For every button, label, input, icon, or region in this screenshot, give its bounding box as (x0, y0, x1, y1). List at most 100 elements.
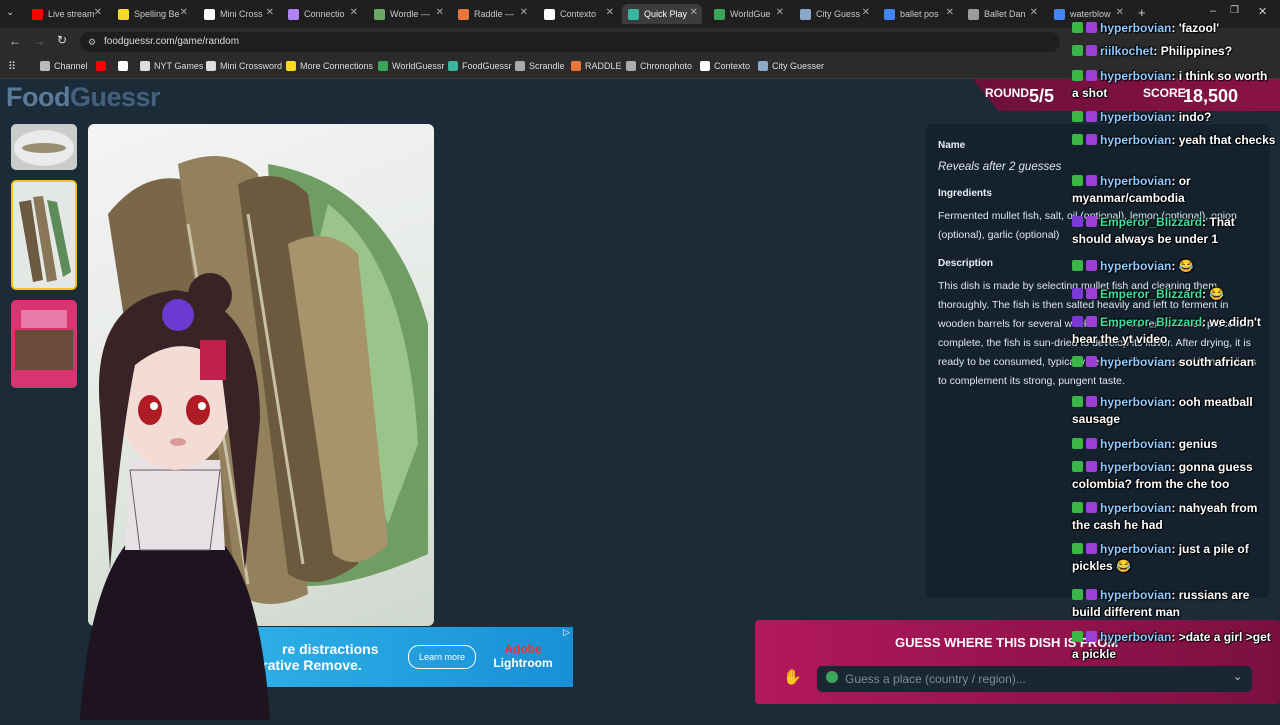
browser-tab[interactable]: Contexto ✕ (538, 4, 618, 24)
chat-separator: : (1171, 21, 1179, 35)
tab-close-icon[interactable]: ✕ (1116, 7, 1124, 18)
minimize-icon[interactable]: – (1210, 5, 1216, 17)
chat-username[interactable]: hyperbovian (1100, 437, 1171, 451)
bookmark-item[interactable] (96, 61, 110, 71)
grid-icon (286, 61, 296, 71)
browser-tab[interactable]: Ballet Dan ✕ (962, 4, 1042, 24)
browser-tab[interactable]: City Guess ✕ (794, 4, 874, 24)
browser-tab[interactable]: Live stream ✕ (26, 4, 106, 24)
tab-close-icon[interactable]: ✕ (520, 7, 528, 18)
foodguessr-icon (628, 8, 639, 20)
tab-label: WorldGue (730, 9, 771, 19)
tab-close-icon[interactable]: ✕ (1030, 7, 1038, 18)
chat-username[interactable]: hyperbovian (1100, 630, 1171, 644)
chat-username[interactable]: Emperor_Blizzard (1100, 287, 1202, 301)
google-icon (884, 8, 895, 20)
chat-message: Emperor_Blizzard: we didn't hear the yt … (1072, 314, 1276, 348)
bookmark-label: WorldGuessr (392, 61, 445, 71)
subscriber-badge-icon (1086, 175, 1097, 186)
chat-message: Emperor_Blizzard: That should always be … (1072, 214, 1276, 248)
tab-close-icon[interactable]: ✕ (180, 7, 188, 18)
chat-username[interactable]: hyperbovian (1100, 395, 1171, 409)
worldguessr-icon (378, 61, 388, 71)
close-window-icon[interactable]: ✕ (1258, 5, 1267, 18)
chat-username[interactable]: riilkochet (1100, 44, 1153, 58)
chat-username[interactable]: hyperbovian (1100, 259, 1171, 273)
bookmark-label: NYT Games (154, 61, 204, 71)
chat-separator: : (1153, 44, 1161, 58)
bookmark-item[interactable]: WorldGuessr (378, 61, 444, 71)
bookmark-item[interactable]: City Guesser (758, 61, 824, 71)
guess-place-input[interactable]: Guess a place (country / region)... ⌄ (817, 666, 1252, 692)
chat-username[interactable]: hyperbovian (1100, 21, 1171, 35)
tab-label: Wordle — (390, 9, 430, 19)
site-info-icon[interactable]: ⚙ (88, 32, 96, 52)
chat-badge-icon (1072, 543, 1083, 554)
tab-close-icon[interactable]: ✕ (266, 7, 274, 18)
chat-username[interactable]: hyperbovian (1100, 542, 1171, 556)
tab-close-icon[interactable]: ✕ (94, 7, 102, 18)
chat-username[interactable]: hyperbovian (1100, 588, 1171, 602)
foodguessr-logo[interactable]: FoodGuessr (6, 82, 161, 113)
tab-close-icon[interactable]: ✕ (350, 7, 358, 18)
folder-icon (40, 61, 50, 71)
chat-username[interactable]: Emperor_Blizzard (1100, 315, 1202, 329)
bookmark-item[interactable]: NYT Games (140, 61, 203, 71)
tab-close-icon[interactable]: ✕ (436, 7, 444, 18)
ad-info-icon[interactable]: ▷ (563, 627, 570, 638)
tab-label: ballet pos (900, 9, 939, 19)
apps-grid-icon[interactable]: ⠿ (8, 60, 16, 73)
chat-username[interactable]: hyperbovian (1100, 355, 1171, 369)
chat-username[interactable]: hyperbovian (1100, 174, 1171, 188)
chevron-down-icon[interactable]: ⌄ (1233, 670, 1242, 683)
bookmark-item[interactable]: Channel (40, 61, 88, 71)
chat-username[interactable]: hyperbovian (1100, 460, 1171, 474)
ad-learn-more-button[interactable]: Learn more (408, 645, 476, 669)
tab-close-icon[interactable]: ✕ (606, 7, 614, 18)
tab-label: Raddle — (474, 9, 515, 19)
reload-icon[interactable]: ↻ (57, 33, 67, 47)
bookmark-item[interactable]: Chronophoto (626, 61, 692, 71)
bookmark-item[interactable] (118, 61, 132, 71)
browser-tab[interactable]: Spelling Be ✕ (112, 4, 192, 24)
chat-separator: : (1171, 133, 1179, 147)
chat-text: 😂 (1178, 259, 1194, 273)
bookmark-item[interactable]: RADDLE (571, 61, 622, 71)
back-icon[interactable]: ← (9, 34, 21, 48)
photo-thumbnail-1[interactable] (11, 124, 77, 170)
bookmark-label: City Guesser (772, 61, 825, 71)
ingredients-label: Ingredients (938, 188, 992, 199)
nyt-icon (204, 8, 215, 20)
forward-icon[interactable]: → (33, 34, 45, 48)
tab-label: Connectio (304, 9, 345, 19)
wordle-icon (374, 8, 385, 20)
address-bar[interactable]: ⚙ foodguessr.com/game/random (80, 32, 1060, 52)
chat-username[interactable]: hyperbovian (1100, 501, 1171, 515)
chat-username[interactable]: hyperbovian (1100, 69, 1171, 83)
bookmark-item[interactable]: Mini Crossword (206, 61, 282, 71)
browser-tab[interactable]: ballet pos ✕ (878, 4, 958, 24)
hint-hand-icon[interactable]: ✋ (783, 668, 802, 686)
chat-username[interactable]: Emperor_Blizzard (1100, 215, 1202, 229)
browser-tab[interactable]: Raddle — ✕ (452, 4, 532, 24)
browser-tab[interactable]: Mini Cross ✕ (198, 4, 278, 24)
chat-username[interactable]: hyperbovian (1100, 133, 1171, 147)
bookmark-item[interactable]: More Connections (286, 61, 373, 71)
tab-search-icon[interactable]: ⌄ (6, 7, 14, 18)
bookmark-item[interactable]: Scrandle (515, 61, 565, 71)
tab-close-icon[interactable]: ✕ (690, 7, 698, 18)
browser-tab[interactable]: Wordle — ✕ (368, 4, 448, 24)
chat-badge-icon (1072, 22, 1083, 33)
browser-tab[interactable]: WorldGue ✕ (708, 4, 788, 24)
stream-chat-overlay: hyperbovian: 'fazool' riilkochet: Philipp… (1068, 18, 1280, 668)
tab-close-icon[interactable]: ✕ (862, 7, 870, 18)
tab-close-icon[interactable]: ✕ (946, 7, 954, 18)
tab-label: Spelling Be (134, 9, 180, 19)
restore-icon[interactable]: ❐ (1230, 5, 1239, 16)
bookmark-item[interactable]: FoodGuessr (448, 61, 512, 71)
chat-username[interactable]: hyperbovian (1100, 110, 1171, 124)
bookmark-item[interactable]: Contexto (700, 61, 750, 71)
browser-tab[interactable]: Connectio ✕ (282, 4, 362, 24)
tab-close-icon[interactable]: ✕ (776, 7, 784, 18)
browser-tab[interactable]: Quick Play ✕ (622, 4, 702, 24)
